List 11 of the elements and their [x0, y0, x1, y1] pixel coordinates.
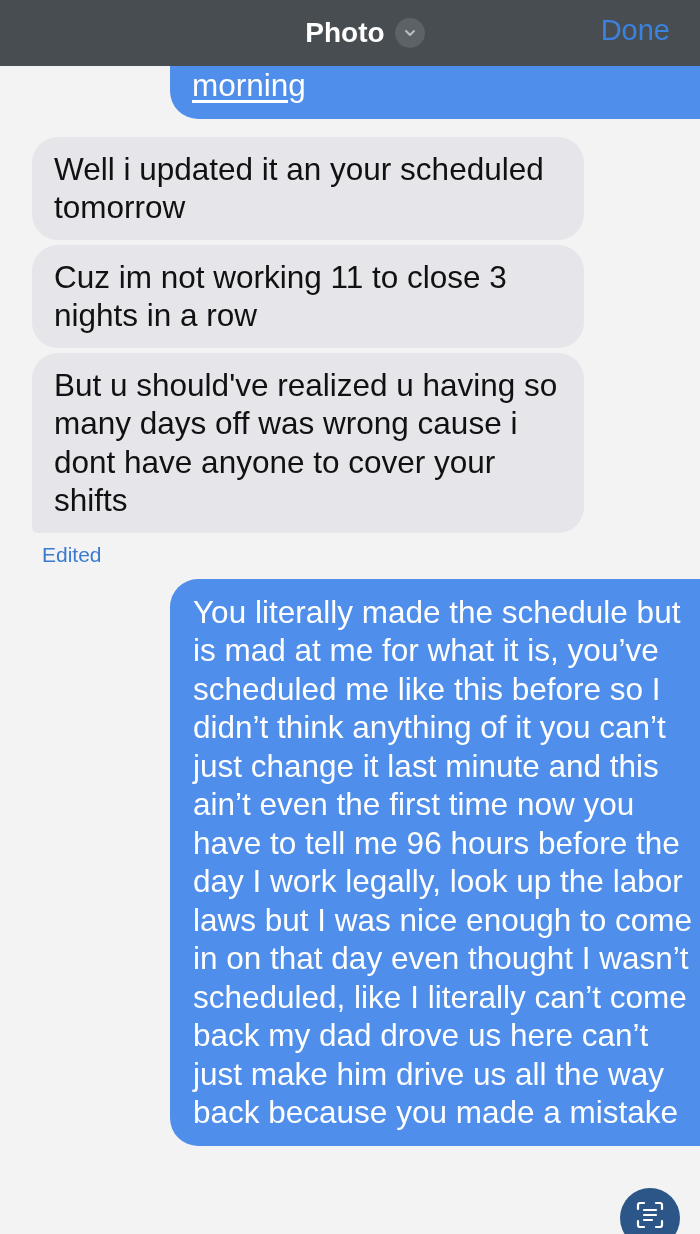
edited-label: Edited	[42, 542, 103, 567]
scan-text-icon	[635, 1200, 665, 1230]
done-button[interactable]: Done	[598, 10, 672, 51]
sent-message: You literally made the schedule but is mad at me for what it is, you’ve scheduled me like this before so I didn’t think anything of it you can’t just change it last minute and this ain’t even the first time now you have to tell me 96 hours before the day I work legally, look up the labor laws but I was nice enough to come in on that day even thought I wasn’t scheduled, like I literally can’t come back my dad drove us here can’t just make him drive us all the way back because you made a mistake	[170, 578, 700, 1146]
received-message: But u should've realized u having so many days off was wrong cause i dont have anyone to cover your shifts	[32, 352, 584, 533]
chevron-down-icon[interactable]	[394, 18, 425, 48]
live-text-button[interactable]	[620, 1188, 680, 1234]
received-message: Cuz im not working 11 to close 3 nights in a row	[32, 244, 584, 348]
photo-title: Photo	[305, 17, 385, 49]
message-link[interactable]: morning	[192, 67, 306, 103]
received-message: Well i updated it an your scheduled tomorrow	[32, 136, 584, 240]
